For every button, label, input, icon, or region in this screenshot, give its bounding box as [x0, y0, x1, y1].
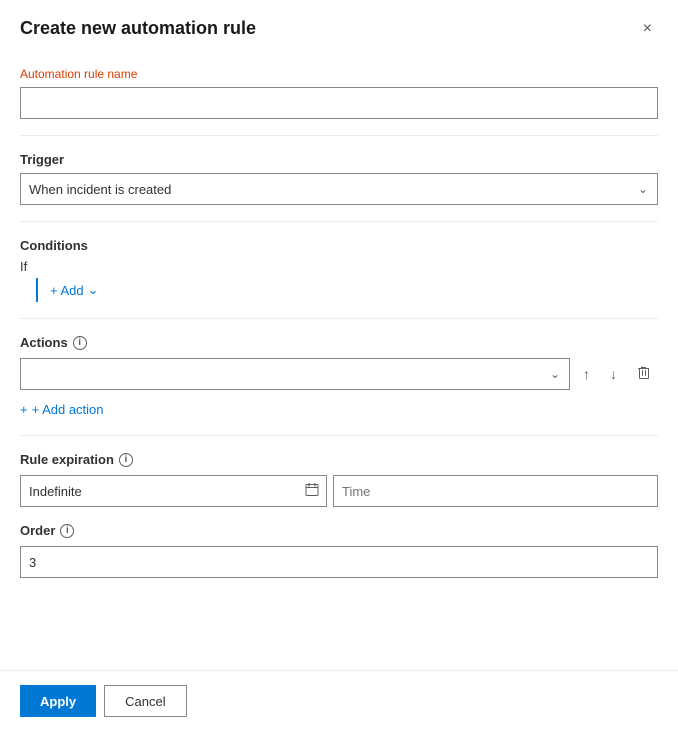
- rule-expiration-section: Rule expiration i: [20, 436, 658, 594]
- conditions-section: Conditions If + Add ⌄: [20, 222, 658, 319]
- move-up-button[interactable]: ↑: [576, 361, 597, 387]
- actions-select[interactable]: Assign owner Change severity Change stat…: [20, 358, 570, 390]
- move-down-button[interactable]: ↓: [603, 361, 624, 387]
- move-up-icon: ↑: [583, 366, 590, 382]
- trigger-select-wrapper: When incident is created When incident i…: [20, 173, 658, 205]
- actions-select-wrapper: Assign owner Change severity Change stat…: [20, 358, 570, 390]
- order-input[interactable]: [20, 546, 658, 578]
- add-action-button[interactable]: + + Add action: [20, 400, 104, 419]
- dialog-body: Automation rule name Trigger When incide…: [0, 51, 678, 670]
- expiration-date-input[interactable]: [20, 475, 327, 507]
- actions-section: Actions i Assign owner Change severity C…: [20, 319, 658, 436]
- delete-icon: [637, 366, 651, 383]
- dialog-title: Create new automation rule: [20, 18, 256, 39]
- order-info-icon: i: [60, 524, 74, 538]
- conditions-label: Conditions: [20, 238, 658, 253]
- move-down-icon: ↓: [610, 366, 617, 382]
- add-action-label: + Add action: [32, 402, 104, 417]
- conditions-tree: + Add ⌄: [36, 278, 658, 302]
- trigger-section: Trigger When incident is created When in…: [20, 136, 658, 222]
- rule-expiration-label-text: Rule expiration: [20, 452, 114, 467]
- add-action-icon: +: [20, 402, 28, 417]
- add-condition-button[interactable]: + Add ⌄: [50, 278, 99, 302]
- create-automation-dialog: Create new automation rule × Automation …: [0, 0, 678, 731]
- close-button[interactable]: ×: [637, 19, 658, 39]
- dialog-header: Create new automation rule ×: [0, 0, 678, 51]
- dialog-footer: Apply Cancel: [0, 670, 678, 731]
- delete-action-button[interactable]: [630, 361, 658, 388]
- rule-expiration-info-icon: i: [119, 453, 133, 467]
- actions-info-icon: i: [73, 336, 87, 350]
- expiration-row: [20, 475, 658, 507]
- cancel-button[interactable]: Cancel: [104, 685, 186, 717]
- actions-label: Actions i: [20, 335, 658, 350]
- rule-expiration-label: Rule expiration i: [20, 452, 658, 467]
- trigger-label: Trigger: [20, 152, 658, 167]
- add-condition-chevron-icon: ⌄: [88, 282, 99, 298]
- expiration-time-input[interactable]: [333, 475, 658, 507]
- automation-rule-name-input[interactable]: [20, 87, 658, 119]
- order-label-text: Order: [20, 523, 55, 538]
- conditions-if-label: If: [20, 259, 658, 274]
- apply-button[interactable]: Apply: [20, 685, 96, 717]
- actions-label-text: Actions: [20, 335, 68, 350]
- trigger-select[interactable]: When incident is created When incident i…: [20, 173, 658, 205]
- actions-row: Assign owner Change severity Change stat…: [20, 358, 658, 390]
- add-condition-label: + Add: [50, 283, 84, 298]
- order-label: Order i: [20, 523, 658, 538]
- automation-rule-name-section: Automation rule name: [20, 51, 658, 136]
- automation-rule-name-label: Automation rule name: [20, 67, 658, 81]
- expiration-date-wrapper: [20, 475, 327, 507]
